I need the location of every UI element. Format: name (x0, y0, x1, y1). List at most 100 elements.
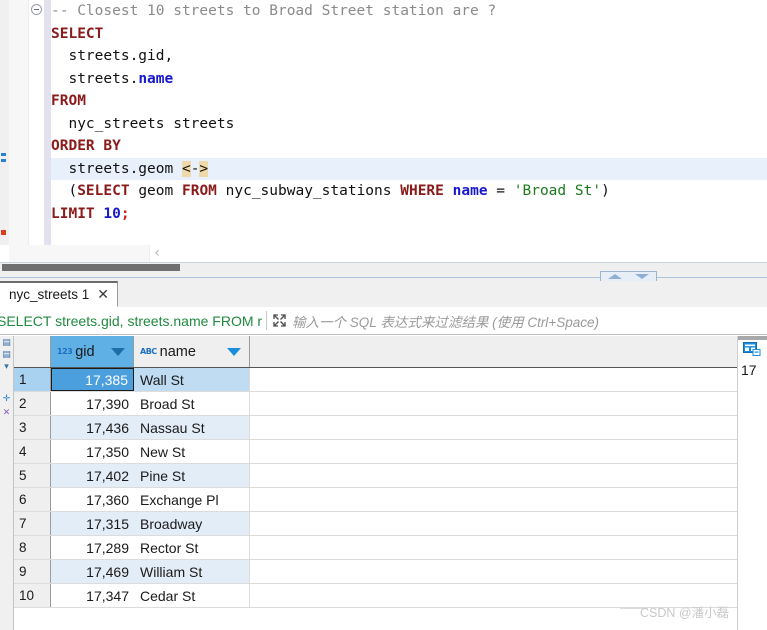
sql-token: streets. (51, 70, 139, 87)
expand-icon[interactable] (271, 312, 288, 329)
cell-name[interactable]: Cedar St (134, 584, 250, 607)
row-index-cell[interactable]: 10 (14, 584, 51, 607)
sql-token: FROM (181, 183, 217, 199)
filter-divider (266, 311, 268, 330)
row-empty-area (250, 464, 737, 487)
sql-line-10[interactable]: LIMIT 10; (51, 203, 767, 226)
cell-name[interactable]: Pine St (134, 464, 250, 487)
cell-gid[interactable]: 17,469 (51, 560, 134, 583)
marker-info-icon (1, 159, 6, 162)
row-index-cell[interactable]: 4 (14, 440, 51, 463)
row-empty-area (250, 416, 737, 439)
sql-line-8[interactable]: streets.geom <-> (51, 157, 767, 180)
cell-name[interactable]: Exchange Pl (134, 488, 250, 511)
grid-toolbar-icon-1[interactable]: ▤ (0, 338, 13, 348)
sql-token: name (138, 70, 174, 87)
cell-gid[interactable]: 17,385 (51, 368, 134, 391)
sql-token: ( (51, 183, 78, 199)
row-index-cell[interactable]: 6 (14, 488, 51, 511)
row-index-cell[interactable]: 9 (14, 560, 51, 583)
sql-line-4[interactable]: streets.name (51, 68, 767, 91)
cell-gid[interactable]: 17,350 (51, 440, 134, 463)
cell-name[interactable]: William St (134, 560, 250, 583)
right-panel-topbar (738, 336, 767, 340)
sql-token: name (452, 183, 488, 199)
row-empty-area (250, 560, 737, 583)
table-row[interactable]: 10 17,347 Cedar St (14, 584, 737, 608)
row-index-cell[interactable]: 2 (14, 392, 51, 415)
grid-corner-cell[interactable] (14, 336, 51, 367)
cell-name[interactable]: Rector St (134, 536, 250, 559)
results-filter-bar[interactable]: SELECT streets.gid, streets.name FROM r … (0, 307, 767, 335)
cell-gid[interactable]: 17,289 (51, 536, 134, 559)
editor-fold-bar[interactable] (29, 0, 44, 245)
grid-right-panel[interactable]: 17 (737, 336, 767, 630)
sql-token: ) (601, 183, 610, 199)
grid-toolbar-icon-5[interactable]: ✕ (0, 408, 13, 418)
chevron-down-icon[interactable] (227, 347, 241, 356)
grid-left-toolbar[interactable]: ▤ ▤ ▾ ✛ ✕ (0, 336, 14, 630)
sql-token: = (487, 183, 514, 199)
chevron-down-icon[interactable] (111, 347, 125, 356)
column-header-gid-label: gid (75, 343, 95, 360)
grid-toolbar-icon-2[interactable]: ▤ (0, 350, 13, 360)
filter-placeholder-text[interactable]: 输入一个 SQL 表达式来过滤结果 (使用 Ctrl+Space) (292, 311, 599, 331)
column-header-name-label: name (159, 343, 196, 360)
table-row[interactable]: 8 17,289 Rector St (14, 536, 737, 560)
fold-collapse-icon[interactable] (31, 4, 42, 15)
row-index-cell[interactable]: 7 (14, 512, 51, 535)
row-empty-area (250, 512, 737, 535)
cell-gid[interactable]: 17,315 (51, 512, 134, 535)
table-row[interactable]: 1 17,385 Wall St (14, 368, 737, 392)
sql-line-1[interactable]: -- Closest 10 streets to Broad Street st… (51, 0, 767, 23)
sql-token: -- Closest 10 streets to Broad Street st… (51, 3, 497, 19)
column-header-name[interactable]: ABC name (134, 336, 250, 367)
table-row[interactable]: 2 17,390 Broad St (14, 392, 737, 416)
grid-body[interactable]: 1 17,385 Wall St 2 17,390 Broad St 3 17,436 Nass… (14, 368, 737, 608)
row-index-cell[interactable]: 8 (14, 536, 51, 559)
row-index-cell[interactable]: 5 (14, 464, 51, 487)
close-icon[interactable]: ✕ (97, 288, 109, 302)
sql-line-3[interactable]: streets.gid, (51, 45, 767, 68)
chevron-left-icon[interactable]: ‹ (150, 246, 164, 261)
editor-bottom-gutter (9, 245, 150, 262)
results-tab-strip[interactable]: nyc_streets 1 ✕ (0, 281, 767, 308)
cell-gid[interactable]: 17,402 (51, 464, 134, 487)
sql-line-9[interactable]: (SELECT geom FROM nyc_subway_stations WH… (51, 180, 767, 203)
column-header-gid[interactable]: 123 gid (51, 336, 134, 367)
sql-line-2[interactable]: SELECT (51, 23, 767, 46)
cell-gid[interactable]: 17,390 (51, 392, 134, 415)
collapse-up-arrow-icon[interactable] (607, 274, 622, 279)
sql-code-text[interactable]: -- Closest 10 streets to Broad Street st… (51, 0, 767, 225)
results-tab-label: nyc_streets 1 (9, 287, 90, 302)
cell-name[interactable]: Broadway (134, 512, 250, 535)
grid-header-row[interactable]: 123 gid ABC name (14, 336, 737, 368)
grid-toolbar-icon-3[interactable]: ▾ (0, 362, 13, 372)
sql-line-5[interactable]: FROM (51, 90, 767, 113)
table-row[interactable]: 3 17,436 Nassau St (14, 416, 737, 440)
table-row[interactable]: 5 17,402 Pine St (14, 464, 737, 488)
cell-gid[interactable]: 17,347 (51, 584, 134, 607)
table-row[interactable]: 6 17,360 Exchange Pl (14, 488, 737, 512)
results-grid[interactable]: 123 gid ABC name 1 17,385 Wall St 2 17,390 Br… (14, 336, 737, 630)
filter-sql-text[interactable]: SELECT streets.gid, streets.name FROM r (0, 313, 262, 329)
sql-editor-region[interactable]: -- Closest 10 streets to Broad Street st… (0, 0, 767, 262)
grid-toolbar-icon-4[interactable]: ✛ (0, 394, 13, 404)
cell-name[interactable]: New St (134, 440, 250, 463)
cell-gid[interactable]: 17,360 (51, 488, 134, 511)
collapse-down-arrow-icon[interactable] (635, 274, 650, 279)
row-index-cell[interactable]: 3 (14, 416, 51, 439)
table-row[interactable]: 9 17,469 William St (14, 560, 737, 584)
cell-name[interactable]: Broad St (134, 392, 250, 415)
cell-name[interactable]: Nassau St (134, 416, 250, 439)
cell-name[interactable]: Wall St (134, 368, 250, 391)
grid-panel-icon[interactable] (743, 342, 761, 357)
table-row[interactable]: 4 17,350 New St (14, 440, 737, 464)
cell-gid[interactable]: 17,436 (51, 416, 134, 439)
sql-line-7[interactable]: ORDER BY (51, 135, 767, 158)
sql-line-6[interactable]: nyc_streets streets (51, 113, 767, 136)
scrollbar-thumb[interactable] (2, 264, 180, 271)
row-index-cell[interactable]: 1 (14, 368, 51, 391)
results-tab-nyc-streets-1[interactable]: nyc_streets 1 ✕ (0, 281, 119, 307)
table-row[interactable]: 7 17,315 Broadway (14, 512, 737, 536)
